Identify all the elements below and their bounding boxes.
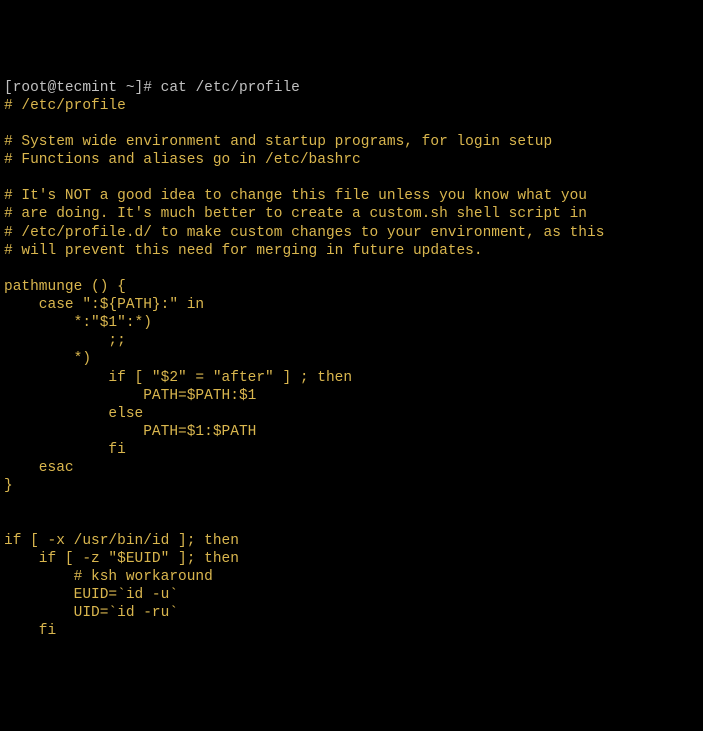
file-line: # will prevent this need for merging in … <box>4 243 483 259</box>
file-line: if [ -z "$EUID" ]; then <box>4 551 239 567</box>
file-line: else <box>4 406 143 422</box>
file-line: } <box>4 478 13 494</box>
file-line: # are doing. It's much better to create … <box>4 206 587 222</box>
file-line: # /etc/profile.d/ to make custom changes… <box>4 225 604 241</box>
file-line: fi <box>4 442 126 458</box>
prompt-close-bracket: ]# <box>135 80 152 96</box>
file-line: pathmunge () { <box>4 279 126 295</box>
file-line: EUID=`id -u` <box>4 587 178 603</box>
prompt-userhost: root@tecmint <box>13 80 117 96</box>
file-line: UID=`id -ru` <box>4 605 178 621</box>
file-line: if [ -x /usr/bin/id ]; then <box>4 533 239 549</box>
prompt-open-bracket: [ <box>4 80 13 96</box>
terminal-output: [root@tecmint ~]# cat /etc/profile # /et… <box>4 79 699 641</box>
file-line: if [ "$2" = "after" ] ; then <box>4 370 352 386</box>
file-line: PATH=$1:$PATH <box>4 424 256 440</box>
file-line: # System wide environment and startup pr… <box>4 134 552 150</box>
file-line: ;; <box>4 333 126 349</box>
file-line: # /etc/profile <box>4 98 126 114</box>
file-line: # Functions and aliases go in /etc/bashr… <box>4 152 361 168</box>
file-line: case ":${PATH}:" in <box>4 297 204 313</box>
file-line: # It's NOT a good idea to change this fi… <box>4 188 587 204</box>
file-line: # ksh workaround <box>4 569 213 585</box>
command-text: cat /etc/profile <box>152 80 300 96</box>
file-line: PATH=$PATH:$1 <box>4 388 256 404</box>
file-line: esac <box>4 460 74 476</box>
file-line: *:"$1":*) <box>4 315 152 331</box>
file-line: fi <box>4 623 56 639</box>
file-line: *) <box>4 351 91 367</box>
prompt-path: ~ <box>117 80 134 96</box>
